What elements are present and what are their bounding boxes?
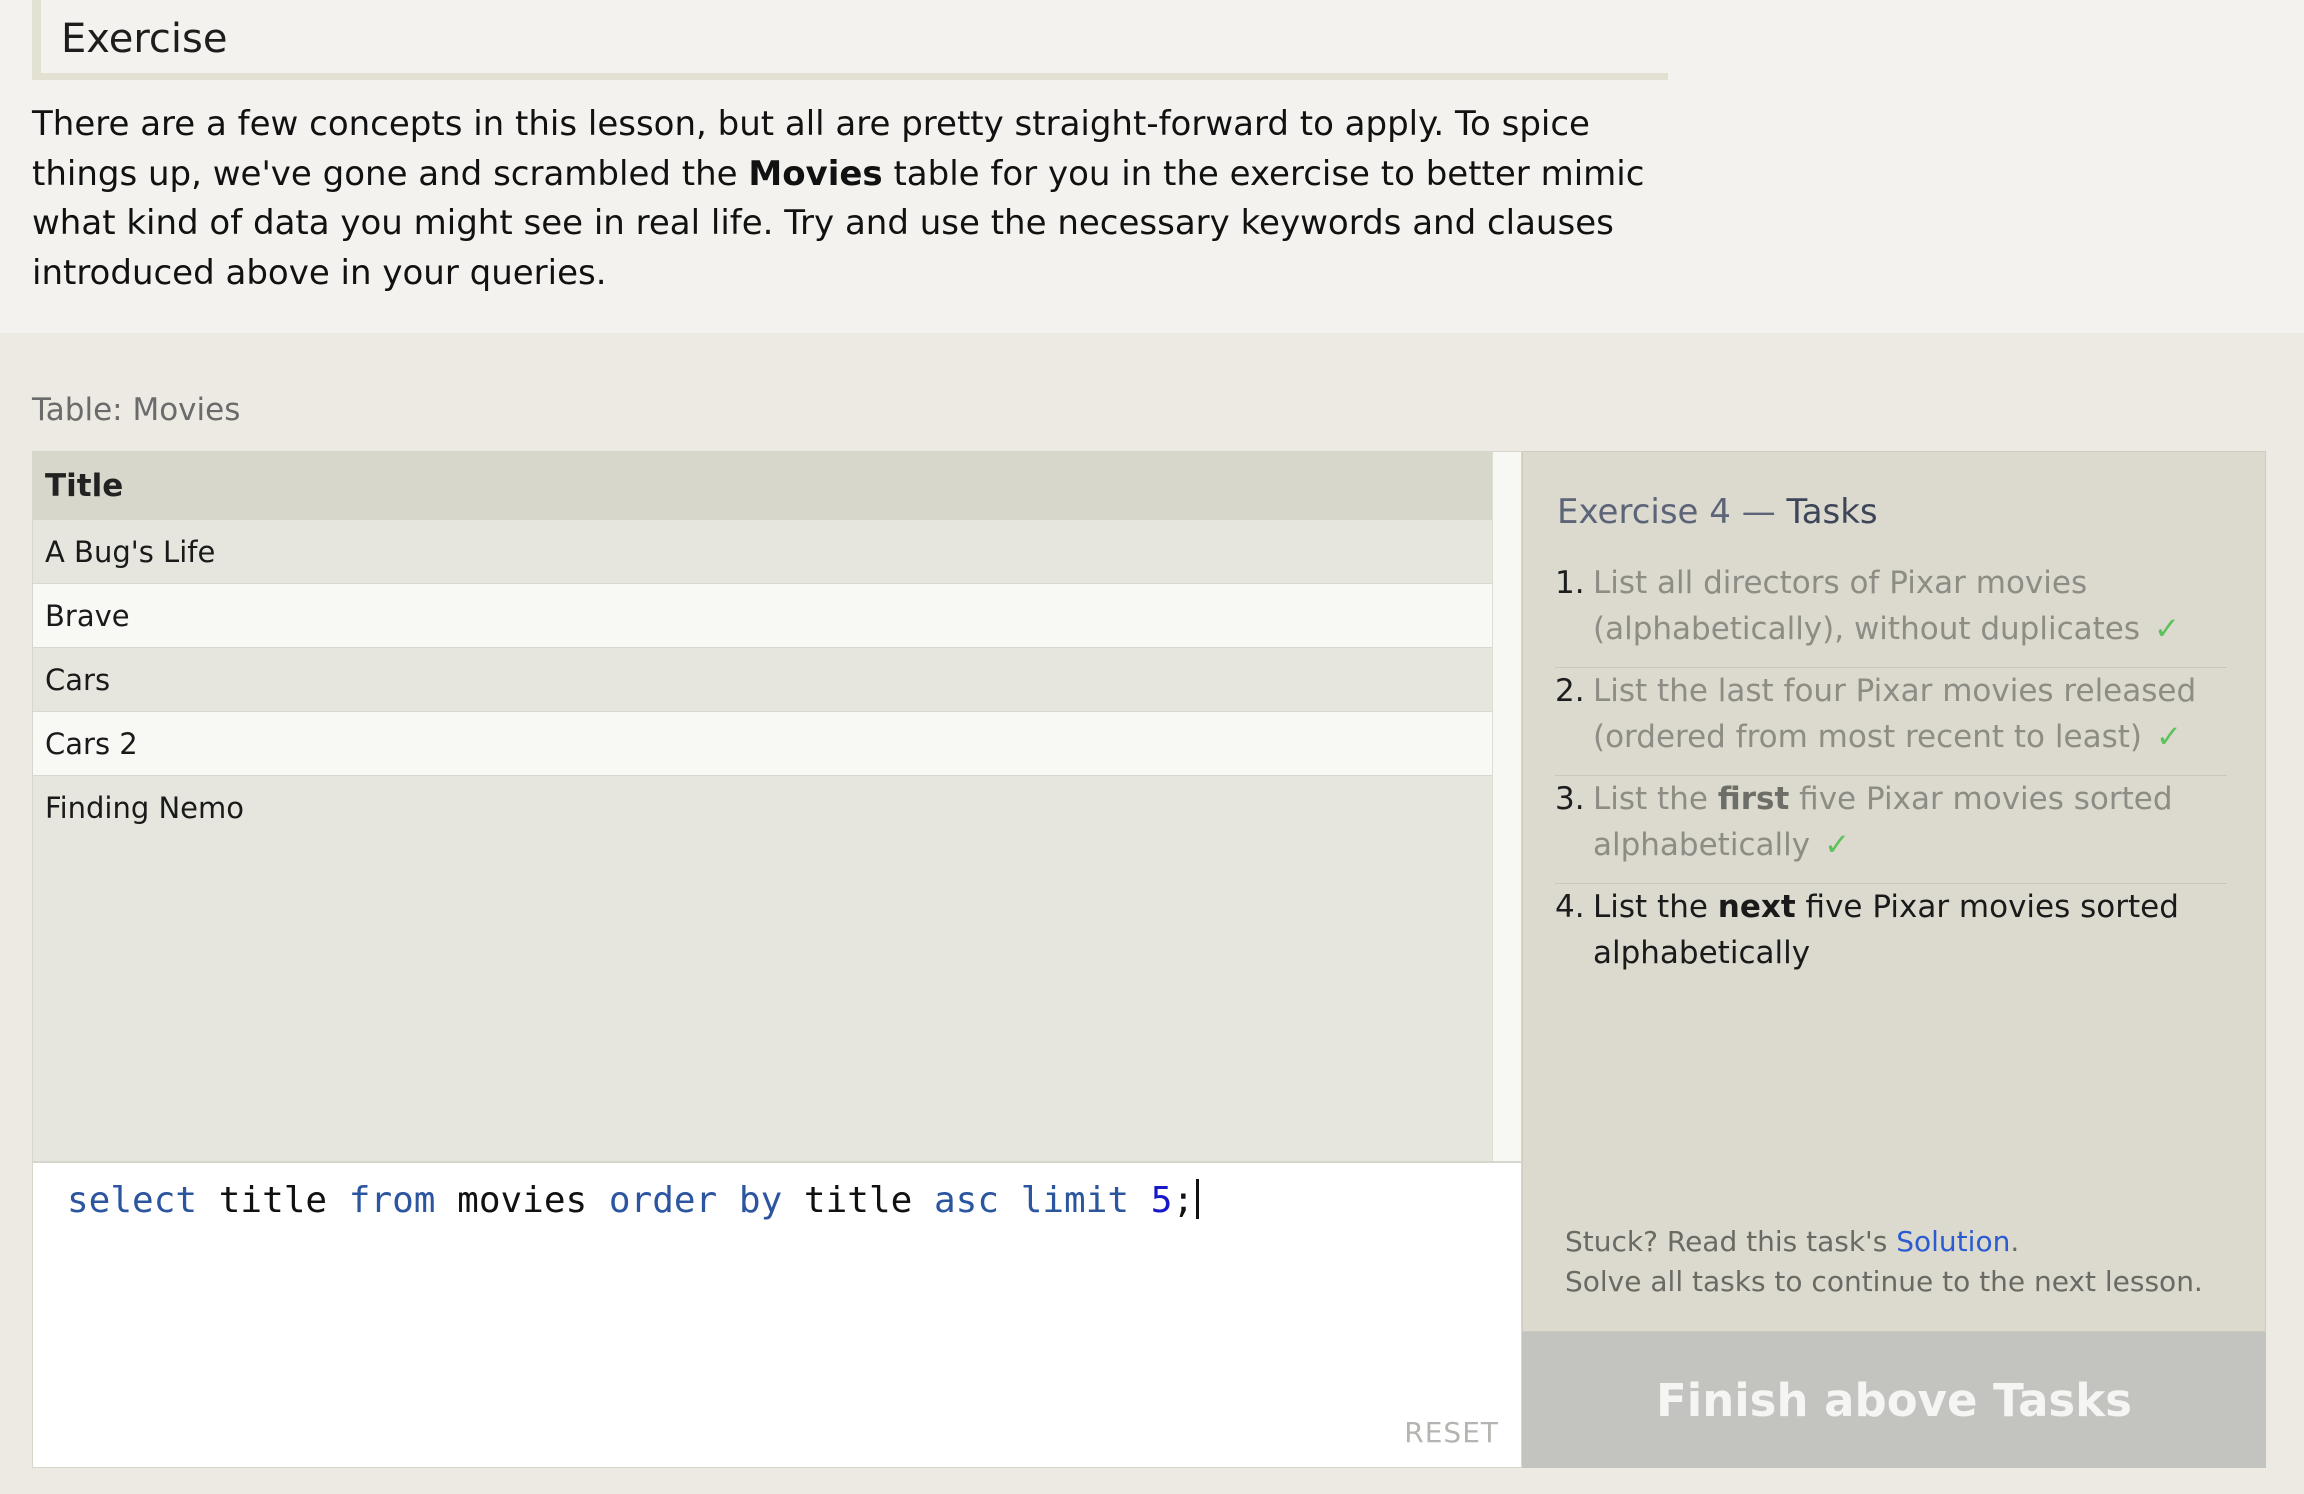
sql-query-text[interactable]: select title from movies order by title … — [67, 1179, 1200, 1221]
task-text-bold: next — [1717, 889, 1796, 925]
table-label: Table: Movies — [32, 392, 241, 428]
table-cell: A Bug's Life — [45, 535, 216, 569]
solve-all-text: Solve all tasks to continue to the next … — [1565, 1265, 2203, 1298]
check-icon: ✓ — [2154, 611, 2180, 647]
exercise-heading-text: Exercise — [61, 16, 228, 62]
lesson-paragraph: There are a few concepts in this lesson,… — [32, 100, 1672, 298]
task-text: List the next five Pixar movies sorted a… — [1593, 884, 2227, 976]
sql-number: 5 — [1150, 1180, 1173, 1221]
exercise-heading: Exercise — [32, 0, 1668, 80]
lesson-paragraph-bold: Movies — [748, 153, 883, 194]
column-header-title: Title — [45, 468, 124, 504]
sql-keyword: limit — [1020, 1180, 1130, 1221]
lesson-section: Exercise There are a few concepts in thi… — [0, 0, 2304, 333]
table-cell: Brave — [45, 599, 130, 633]
reset-button[interactable]: RESET — [1404, 1416, 1499, 1449]
table-cell: Cars 2 — [45, 727, 138, 761]
text-cursor — [1196, 1179, 1200, 1219]
stuck-hint: Stuck? Read this task's Solution. Solve … — [1565, 1222, 2203, 1302]
sql-keyword: from — [348, 1180, 436, 1221]
table-row: Cars 2 — [33, 712, 1493, 776]
finish-tasks-button[interactable]: Finish above Tasks — [1522, 1332, 2266, 1468]
task-item-3: 3. List the first five Pixar movies sort… — [1555, 776, 2227, 884]
task-text: List all directors of Pixar movies (alph… — [1593, 560, 2227, 652]
tasks-panel: Exercise 4 — Tasks 1. List all directors… — [1522, 451, 2266, 1332]
table-row: Brave — [33, 584, 1493, 648]
task-text-bold: first — [1717, 781, 1790, 817]
sql-editor[interactable]: select title from movies order by title … — [32, 1162, 1522, 1468]
task-number: 3. — [1555, 781, 1585, 817]
task-number: 4. — [1555, 889, 1585, 925]
finish-tasks-label: Finish above Tasks — [1656, 1373, 2132, 1427]
task-item-1: 1. List all directors of Pixar movies (a… — [1555, 560, 2227, 668]
sql-token: movies — [435, 1180, 609, 1221]
task-text-content: List the last four Pixar movies released… — [1593, 673, 2197, 755]
results-column-header: Title — [33, 452, 1493, 520]
sql-token: ; — [1172, 1180, 1195, 1221]
tasks-title-strong: Tasks — [1786, 492, 1878, 532]
tasks-title-prefix: Exercise 4 — — [1557, 492, 1787, 532]
task-number: 2. — [1555, 673, 1585, 709]
results-scrollbar[interactable] — [1492, 452, 1521, 1161]
table-cell: Finding Nemo — [45, 791, 245, 825]
table-cell: Cars — [45, 663, 111, 697]
sql-keyword: order by — [608, 1180, 783, 1221]
stuck-suffix: . — [2010, 1225, 2020, 1258]
stuck-prefix: Stuck? Read this task's — [1565, 1225, 1897, 1258]
task-text-pre: List the — [1593, 781, 1718, 817]
task-text: List the first five Pixar movies sorted … — [1593, 776, 2227, 868]
task-text-content: List all directors of Pixar movies (alph… — [1593, 565, 2140, 647]
task-number: 1. — [1555, 565, 1585, 601]
task-item-2: 2. List the last four Pixar movies relea… — [1555, 668, 2227, 776]
query-results-table: Title A Bug's Life Brave Cars Cars 2 Fin… — [32, 451, 1522, 1162]
table-row: A Bug's Life — [33, 520, 1493, 584]
task-text: List the last four Pixar movies released… — [1593, 668, 2227, 760]
table-row: Finding Nemo — [33, 776, 1493, 840]
check-icon: ✓ — [2155, 719, 2182, 755]
task-text-pre: List the — [1593, 889, 1718, 925]
sql-keyword: select — [67, 1180, 198, 1221]
task-item-4: 4. List the next five Pixar movies sorte… — [1555, 884, 2227, 992]
check-icon: ✓ — [1824, 827, 1851, 863]
solution-link[interactable]: Solution — [1896, 1225, 2010, 1258]
table-row: Cars — [33, 648, 1493, 712]
tasks-title: Exercise 4 — Tasks — [1557, 492, 1878, 532]
sql-token: title — [197, 1180, 349, 1221]
sql-token: title — [782, 1180, 934, 1221]
sql-keyword: asc — [933, 1180, 999, 1221]
